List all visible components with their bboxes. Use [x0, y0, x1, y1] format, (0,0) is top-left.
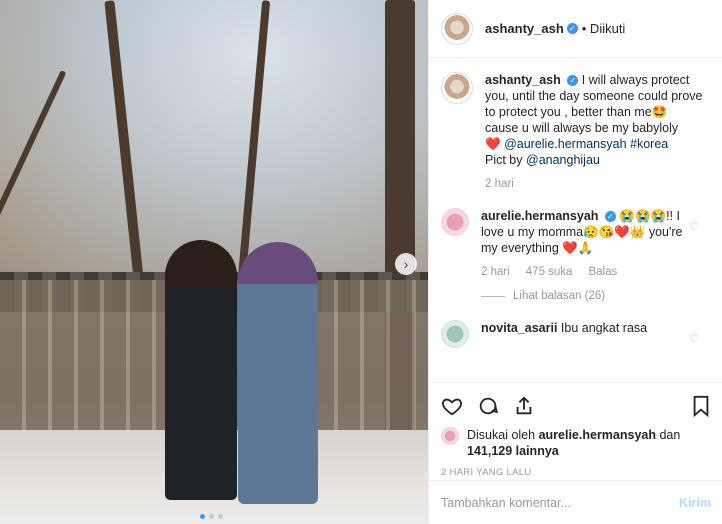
- comment-like-icon[interactable]: ♡: [689, 220, 699, 233]
- person-left: [165, 240, 237, 500]
- post-photo[interactable]: ›: [0, 0, 428, 524]
- person-right: [238, 242, 318, 504]
- caption-credit: Pict by: [485, 153, 523, 167]
- view-replies[interactable]: Lihat balasan (26): [481, 288, 687, 304]
- carousel-indicator: [200, 514, 223, 519]
- heart-icon[interactable]: [441, 395, 463, 420]
- photo-sky: [0, 0, 428, 280]
- liked-by-prefix: Disukai oleh: [467, 428, 536, 442]
- comment-time[interactable]: 2 hari: [481, 264, 510, 280]
- heart-emoji: ❤️: [485, 137, 501, 151]
- replies-divider: [481, 295, 505, 297]
- caption-avatar[interactable]: [441, 72, 473, 104]
- liked-by-suffix: dan: [659, 428, 681, 442]
- share-icon[interactable]: [513, 395, 535, 420]
- comment-item: novita_asarii Ibu angkat rasa ♡: [441, 320, 711, 348]
- commenter-username[interactable]: aurelie.hermansyah: [481, 209, 598, 223]
- comment-input[interactable]: Tambahkan komentar...: [441, 496, 571, 510]
- send-button[interactable]: Kirim: [679, 496, 711, 510]
- add-comment-bar: Tambahkan komentar... Kirim: [429, 480, 722, 524]
- carousel-dot: [218, 514, 223, 519]
- verified-badge-icon: ✓: [604, 211, 616, 223]
- author-avatar[interactable]: [441, 12, 473, 45]
- caption-time[interactable]: 2 hari: [485, 176, 514, 192]
- liked-by-user[interactable]: aurelie.hermansyah: [539, 428, 656, 442]
- commenter-avatar[interactable]: [441, 208, 469, 236]
- liked-by: Disukai oleh aurelie.hermansyah dan 141,…: [441, 427, 711, 459]
- hashtag-link[interactable]: #korea: [630, 137, 668, 151]
- comment-text: Ibu angkat rasa: [560, 321, 648, 335]
- reply-button[interactable]: Balas: [588, 264, 617, 280]
- comment-icon[interactable]: [477, 395, 499, 420]
- author-username[interactable]: ashanty_ash: [485, 21, 564, 36]
- mention-link[interactable]: @aurelie.hermansyah: [504, 137, 626, 151]
- caption-text: cause u will always be my babyloly: [485, 121, 679, 135]
- view-replies-label[interactable]: Lihat balasan (26): [513, 288, 605, 304]
- post-sidebar: ashanty_ash ✓ • Diikuti ashanty_ash ✓ I …: [428, 0, 722, 524]
- verified-badge-icon: ✓: [566, 23, 578, 34]
- post-actions: Disukai oleh aurelie.hermansyah dan 141,…: [429, 382, 722, 478]
- post-modal: › ashanty_ash ✓ • Diikuti ashanty_ash ✓ …: [0, 0, 722, 524]
- follow-status[interactable]: • Diikuti: [582, 21, 626, 36]
- post-header: ashanty_ash ✓ • Diikuti: [429, 0, 722, 58]
- caption: ashanty_ash ✓ I will always protect you,…: [441, 72, 711, 192]
- caption-username[interactable]: ashanty_ash: [485, 73, 561, 87]
- comment-likes[interactable]: 475 suka: [526, 264, 573, 280]
- comment-like-icon[interactable]: ♡: [689, 332, 699, 345]
- bookmark-icon[interactable]: [691, 395, 711, 420]
- carousel-dot: [209, 514, 214, 519]
- verified-badge-icon: ✓: [567, 75, 579, 87]
- next-image-button[interactable]: ›: [395, 253, 417, 275]
- liker-avatar[interactable]: [441, 427, 459, 445]
- likes-count[interactable]: 141,129 lainnya: [467, 444, 559, 458]
- carousel-dot: [200, 514, 205, 519]
- mention-link[interactable]: @ananghijau: [526, 153, 600, 167]
- commenter-avatar[interactable]: [441, 320, 469, 348]
- comment-item: aurelie.hermansyah ✓ 😭😭😭!! I love u my m…: [441, 208, 711, 304]
- commenter-username[interactable]: novita_asarii: [481, 321, 557, 335]
- comments-list[interactable]: ashanty_ash ✓ I will always protect you,…: [429, 58, 722, 382]
- post-timestamp[interactable]: 2 HARI YANG LALU: [441, 467, 711, 478]
